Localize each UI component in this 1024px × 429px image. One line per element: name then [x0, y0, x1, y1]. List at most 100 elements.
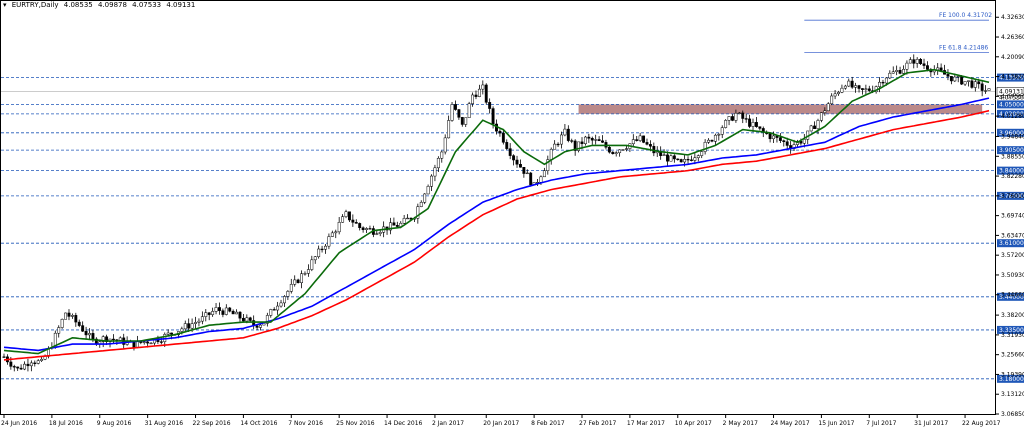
candle-body [395, 225, 399, 227]
candle-body [88, 333, 91, 336]
candle-body [467, 103, 471, 118]
candle-body [450, 104, 454, 121]
candle-body [919, 59, 923, 64]
candle-body [70, 315, 74, 317]
candle-body [895, 70, 899, 72]
x-tick-label: 17 Mar 2017 [627, 420, 665, 427]
y-tick-label: 3.31930 [1001, 332, 1024, 339]
candle-body [614, 152, 618, 154]
candle-body [813, 125, 817, 129]
candle-body [515, 159, 519, 165]
candle-body [833, 93, 837, 97]
candle-body [891, 71, 895, 74]
candle-body [669, 155, 673, 162]
candle-body [631, 139, 635, 144]
candle-body [454, 104, 457, 110]
candle-body [81, 325, 85, 332]
candle-body [26, 363, 30, 367]
candle-body [666, 154, 669, 162]
candle-body [512, 155, 516, 161]
y-tick-label: 3.25660 [1001, 352, 1024, 359]
fibonacci-label: FE 100.0 4.31702 [939, 12, 992, 19]
candle-body [306, 269, 310, 274]
candle-body [549, 148, 553, 160]
candle-body [221, 310, 225, 315]
candle-body [324, 245, 327, 250]
candle-body [423, 193, 427, 203]
candle-body [864, 88, 868, 90]
candle-body [12, 366, 16, 368]
candle-body [166, 332, 170, 335]
candle-body [488, 102, 492, 109]
candle-body [286, 291, 290, 297]
candle-body [857, 85, 861, 89]
price-chart[interactable]: 4.135004.050004.020003.960003.905003.840… [0, 0, 1024, 429]
candle-body [433, 167, 437, 177]
candle-body [471, 94, 475, 104]
candle-body [365, 228, 368, 230]
candle-body [491, 108, 495, 125]
candle-body [33, 362, 37, 364]
y-tick-label: 3.44660 [1001, 292, 1024, 299]
candle-body [426, 186, 430, 195]
candle-body [484, 84, 488, 103]
candle-body [744, 118, 748, 120]
candle-body [518, 164, 522, 168]
candle-body [16, 366, 20, 369]
candle-body [238, 311, 242, 319]
candle-body [881, 81, 885, 84]
candle-body [553, 143, 557, 150]
candle-body [358, 223, 362, 228]
candle-body [481, 84, 485, 90]
candle-body [710, 139, 714, 142]
candle-body [939, 67, 943, 71]
y-tick-label: 3.82280 [1001, 173, 1024, 180]
candle-body [317, 248, 321, 257]
candle-body [149, 342, 153, 345]
candle-body [861, 88, 864, 90]
candle-body [231, 310, 235, 315]
candle-body [241, 317, 245, 322]
candle-body [949, 76, 953, 82]
candle-body [375, 233, 379, 235]
candle-body [713, 134, 717, 142]
x-tick-label: 10 Apr 2017 [675, 420, 712, 427]
y-tick-label: 4.07550 [1001, 93, 1024, 100]
candle-body [259, 324, 262, 328]
candle-body [734, 112, 738, 121]
candle-body [724, 120, 728, 128]
candle-body [40, 358, 44, 361]
y-tick-label: 3.19390 [1001, 371, 1024, 378]
candle-body [583, 136, 587, 144]
candle-body [987, 88, 991, 91]
candle-body [672, 155, 676, 160]
candle-body [542, 170, 546, 178]
candle-body [884, 77, 888, 84]
candle-body [707, 139, 710, 143]
candle-body [956, 76, 960, 78]
candle-body [580, 141, 584, 144]
candle-body [748, 118, 752, 127]
ma-fast-line [3, 68, 990, 355]
candle-body [689, 159, 693, 161]
candle-body [621, 149, 625, 151]
candle-body [556, 143, 560, 146]
x-tick-label: 9 Aug 2016 [97, 420, 132, 427]
x-tick-label: 27 Feb 2017 [579, 420, 617, 427]
y-tick-label: 3.88550 [1001, 153, 1024, 160]
ma-mid-line [3, 97, 990, 352]
candle-body [850, 80, 854, 88]
candle-body [679, 159, 683, 163]
fibonacci-layer: FE 100.0 4.31702 FE 61.8 4.21486 [804, 12, 992, 53]
candle-body [341, 216, 345, 223]
candle-body [272, 309, 276, 311]
candle-body [758, 126, 762, 129]
candle-body [354, 222, 358, 224]
x-tick-label: 20 Jan 2017 [483, 420, 519, 427]
candle-body [361, 227, 365, 230]
candle-body [816, 120, 820, 129]
candle-body [946, 74, 950, 77]
candle-body [190, 323, 194, 329]
candle-body [313, 256, 317, 261]
candle-body [638, 135, 642, 141]
